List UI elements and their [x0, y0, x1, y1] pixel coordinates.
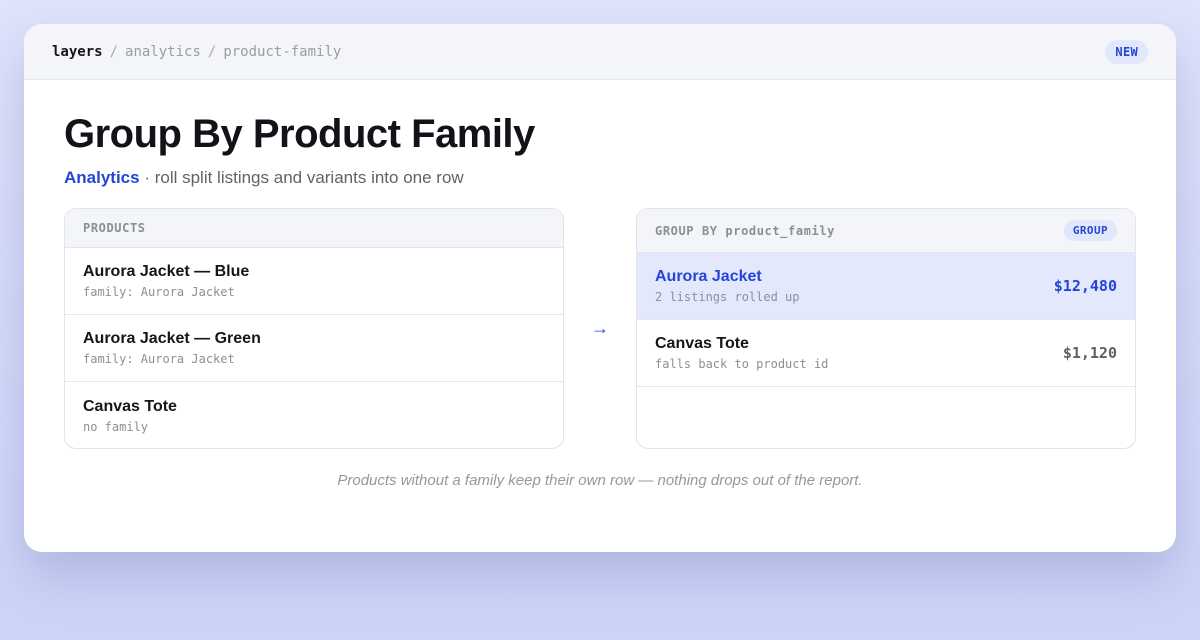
family-name: Canvas Tote — [655, 335, 749, 352]
breadcrumb-separator: / — [207, 43, 217, 60]
product-row: Canvas Tote no family — [65, 382, 563, 448]
rollup-note: 2 listings rolled up — [655, 290, 800, 304]
footnote: Products without a family keep their own… — [337, 472, 863, 489]
product-family-card: layers / analytics / product-family NEW Grou… — [24, 24, 1176, 552]
products-panel-header: PRODUCTS — [65, 209, 563, 248]
comparison-panels: PRODUCTS Aurora Jacket — Blue family: Au… — [64, 208, 1136, 450]
breadcrumb-analytics[interactable]: analytics — [125, 44, 201, 60]
grouped-panel: GROUP BY product_family GROUP Aurora Jac… — [636, 208, 1136, 449]
product-name: Aurora Jacket — Green — [83, 330, 261, 347]
revenue-amount: $1,120 — [1062, 344, 1117, 362]
page-title: Group By Product Family — [64, 112, 535, 156]
page-subtitle: Analytics · roll split listings and vari… — [64, 168, 1136, 188]
grouped-row-highlighted: Aurora Jacket 2 listings rolled up $12,4… — [637, 253, 1135, 320]
product-row: Aurora Jacket — Green family: Aurora Jac… — [65, 315, 563, 382]
product-row: Aurora Jacket — Blue family: Aurora Jack… — [65, 248, 563, 315]
product-name: Aurora Jacket — Blue — [83, 263, 250, 280]
subtitle-text: · roll split listings and variants into … — [139, 168, 464, 187]
products-panel: PRODUCTS Aurora Jacket — Blue family: Au… — [64, 208, 564, 449]
revenue-amount: $12,480 — [1053, 277, 1117, 295]
new-badge: NEW — [1105, 39, 1148, 64]
grouped-row-text: Canvas Tote falls back to product id — [655, 335, 828, 371]
main-content: Group By Product Family Analytics · roll… — [24, 80, 1176, 489]
grouped-row: Canvas Tote falls back to product id $1,… — [637, 320, 1135, 387]
family-name: Aurora Jacket — [655, 268, 762, 285]
grouped-panel-title: GROUP BY product_family — [655, 223, 835, 238]
top-bar: layers / analytics / product-family NEW — [24, 24, 1176, 80]
group-badge: GROUP — [1063, 220, 1117, 241]
product-family-label: family: Aurora Jacket — [83, 352, 235, 366]
product-family-label: no family — [83, 419, 149, 434]
rollup-note: falls back to product id — [655, 357, 829, 371]
product-family-label: family: Aurora Jacket — [83, 285, 235, 299]
grouped-row-text: Aurora Jacket 2 listings rolled up — [655, 268, 800, 304]
right-arrow-icon: → — [591, 318, 609, 338]
products-panel-title: PRODUCTS — [83, 221, 146, 235]
breadcrumb-separator: / — [109, 43, 119, 60]
breadcrumb-current-page: product-family — [223, 43, 342, 60]
product-name: Canvas Tote — [83, 397, 177, 415]
breadcrumb-root[interactable]: layers — [52, 44, 103, 60]
category-tag: Analytics — [64, 168, 140, 187]
breadcrumb: layers / analytics / product-family — [52, 44, 341, 60]
grouped-panel-header: GROUP BY product_family GROUP — [637, 209, 1135, 253]
